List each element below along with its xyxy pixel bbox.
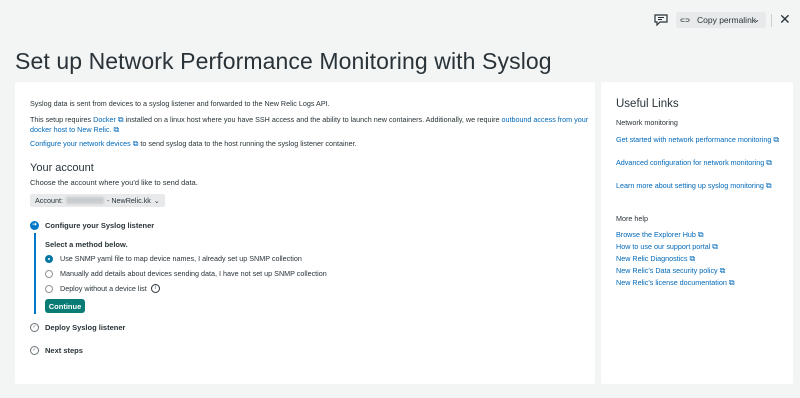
copy-permalink-label: Copy permalink	[697, 15, 757, 25]
account-selector[interactable]: Account: - NewRelic.kk ⌄	[30, 194, 165, 207]
step-next-steps[interactable]: Next steps	[45, 346, 83, 355]
method-option-label: Deploy without a device list	[60, 284, 147, 293]
external-link-icon: ⧉	[689, 254, 696, 263]
chevron-down-icon: ⌄	[153, 196, 160, 205]
main-panel: Syslog data is sent from devices to a sy…	[15, 82, 595, 384]
more-help-heading: More help	[616, 214, 648, 223]
useful-links-panel: Useful Links Network monitoring Get star…	[601, 82, 793, 384]
external-link-icon: ⧉	[773, 135, 780, 144]
copy-permalink-button[interactable]: ⊂⊃ Copy permalink ⌄	[676, 12, 766, 28]
external-link-icon: ⧉	[765, 181, 772, 190]
external-link-icon: ⧉	[712, 242, 719, 251]
method-option-manual[interactable]: Manually add details about devices sendi…	[45, 269, 327, 278]
external-link-icon: ⧉	[719, 266, 726, 275]
external-link-icon: ⧉	[728, 278, 735, 287]
intro-text: to send syslog data to the host running …	[138, 139, 357, 148]
link-label: New Relic's Data security policy	[616, 266, 718, 275]
intro-paragraph-2: This setup requires Docker ⧉ installed o…	[30, 115, 590, 135]
link-explorer-hub[interactable]: Browse the Explorer Hub ⧉	[616, 230, 786, 240]
external-link-icon: ⧉	[766, 158, 772, 167]
info-icon[interactable]: i	[150, 284, 160, 293]
link-advanced-config[interactable]: Advanced configuration for network monit…	[616, 158, 786, 168]
method-option-no-device-list[interactable]: Deploy without a device list i	[45, 284, 160, 293]
external-link-icon: ⧉	[697, 230, 704, 239]
link-label: How to use our support portal	[616, 242, 711, 251]
link-get-started-npm[interactable]: Get started with network performance mon…	[616, 135, 786, 145]
radio-unselected[interactable]	[45, 269, 53, 278]
useful-links-title: Useful Links	[616, 98, 679, 110]
continue-button[interactable]: Continue	[45, 299, 85, 313]
link-license-docs[interactable]: New Relic's license documentation ⧉	[616, 278, 786, 288]
step-progress-line	[34, 233, 36, 314]
link-label: Learn more about setting up syslog monit…	[616, 181, 764, 190]
external-link-icon: ⧉	[113, 125, 120, 134]
page-title: Set up Network Performance Monitoring wi…	[15, 48, 552, 74]
step-configure-listener[interactable]: Configure your Syslog listener	[45, 221, 154, 230]
account-section-title: Your account	[30, 162, 94, 174]
current-step-icon: ➜	[30, 221, 39, 230]
docker-link[interactable]: Docker	[93, 115, 116, 124]
account-section-subtitle: Choose the account where you'd like to s…	[30, 178, 198, 187]
chevron-down-icon[interactable]: ⌄	[753, 15, 760, 24]
account-prefix: Account:	[35, 196, 63, 205]
intro-text: installed on a linux host where you have…	[123, 115, 502, 124]
close-icon[interactable]: ✕	[779, 11, 791, 27]
account-id-redacted	[65, 197, 104, 204]
toolbar-divider	[771, 14, 772, 27]
radio-selected[interactable]	[45, 254, 53, 263]
configure-devices-link[interactable]: Configure your network devices	[30, 139, 131, 148]
link-label: New Relic Diagnostics	[616, 254, 688, 263]
link-support-portal[interactable]: How to use our support portal ⧉	[616, 242, 786, 252]
intro-text: This setup requires	[30, 115, 94, 124]
check-circle-icon: ✓	[30, 323, 39, 332]
method-option-snmp-yaml[interactable]: Use SNMP yaml file to map device names, …	[45, 254, 302, 263]
link-syslog-monitoring[interactable]: Learn more about setting up syslog monit…	[616, 181, 786, 191]
radio-unselected[interactable]	[45, 284, 53, 293]
link-label: New Relic's license documentation	[616, 278, 727, 287]
intro-paragraph-3: Configure your network devices ⧉ to send…	[30, 139, 590, 149]
method-option-label: Manually add details about devices sendi…	[60, 269, 327, 278]
method-title: Select a method below.	[45, 240, 128, 249]
link-icon: ⊂⊃	[680, 17, 691, 24]
link-label: Get started with network performance mon…	[616, 135, 772, 144]
link-diagnostics[interactable]: New Relic Diagnostics ⧉	[616, 254, 786, 264]
method-option-label: Use SNMP yaml file to map device names, …	[60, 254, 302, 263]
network-monitoring-heading: Network monitoring	[616, 118, 678, 127]
top-bar: ⊂⊃ Copy permalink ⌄ ✕	[0, 0, 800, 40]
step-deploy-listener[interactable]: Deploy Syslog listener	[45, 323, 125, 332]
link-data-security[interactable]: New Relic's Data security policy ⧉	[616, 266, 786, 276]
feedback-icon[interactable]	[654, 14, 668, 26]
check-circle-icon: ✓	[30, 346, 39, 355]
intro-paragraph-1: Syslog data is sent from devices to a sy…	[30, 99, 330, 108]
link-label: Advanced configuration for network monit…	[616, 158, 765, 167]
account-name: - NewRelic.kk	[106, 196, 151, 205]
link-label: Browse the Explorer Hub	[616, 230, 696, 239]
